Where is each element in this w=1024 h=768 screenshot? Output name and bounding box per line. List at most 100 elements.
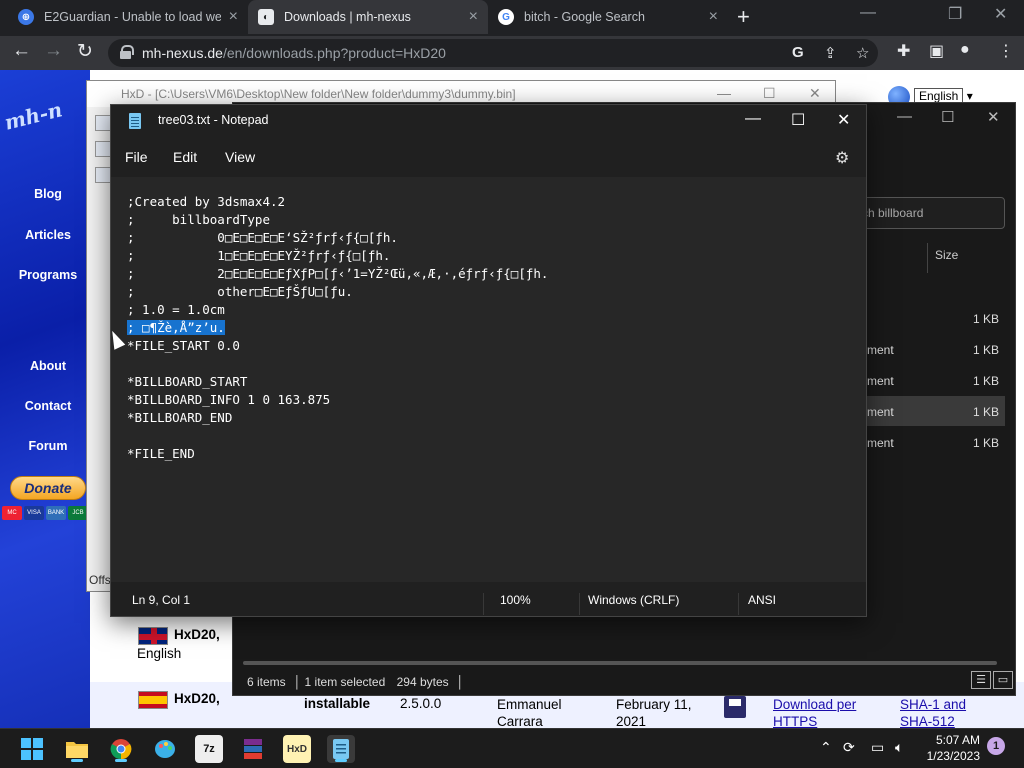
nav-programs[interactable]: Programs [8,268,88,282]
lock-icon[interactable] [120,45,134,59]
hxd-file-icon[interactable] [95,115,111,131]
side-panel-icon[interactable]: ▣ [929,41,944,61]
text-line: ; 0□E□E□E□E‘SŽ²ƒrƒ‹ƒ{□[ƒh. [127,230,398,245]
address-bar[interactable]: mh-nexus.de/en/downloads.php?product=HxD… [108,39,878,67]
notification-badge[interactable]: 1 [987,737,1005,755]
close-tab-icon[interactable]: × [709,8,718,26]
selection-count: 1 item selected [304,675,386,689]
text-line: *FILE_START 0.0 [127,338,240,353]
paint-icon[interactable] [151,735,179,763]
winrar-icon[interactable] [239,735,267,763]
tab-google-search[interactable]: G bitch - Google Search × [488,0,728,34]
menu-view[interactable]: View [225,149,255,165]
hxd-icon[interactable]: HxD [283,735,311,763]
product-name: HxD20, [174,691,220,706]
close-icon[interactable]: ✕ [987,108,1000,126]
minimize-icon[interactable]: — [717,85,731,101]
maximize-icon[interactable]: ☐ [791,110,805,130]
close-icon[interactable]: ✕ [809,85,821,102]
mh-nexus-favicon-icon: ◐ [258,9,274,25]
selection-size: 294 bytes [396,675,449,689]
maximize-icon[interactable]: ☐ [763,85,776,102]
details-view-icon[interactable]: ☰ [971,671,991,689]
browser-tab-bar: ⊕ E2Guardian - Unable to load web × ◐ Do… [0,0,1024,36]
share-icon[interactable]: ⇪ [824,44,837,62]
nav-about[interactable]: About [8,359,88,373]
site-sidebar: mh-n Blog Articles Programs About Contac… [0,70,90,728]
text-line: *FILE_END [127,446,195,461]
text-line-selected: ; □¶Žè,Å”z’u. [127,320,225,335]
puzzle-icon[interactable]: ✚ [897,41,910,61]
close-tab-icon[interactable]: × [469,8,478,26]
product-language: English [137,646,182,661]
column-divider[interactable] [927,243,928,273]
forward-arrow-icon[interactable]: → [44,40,63,62]
text-line: *BILLBOARD_INFO 1 0 163.875 [127,392,331,407]
minimize-icon[interactable]: — [745,110,761,128]
text-line [127,427,866,445]
download-link[interactable]: Download per HTTPS [773,696,873,728]
text-line: ; 2□E□E□E□EƒXƒP□[ƒ‹’1=YŽ²Œü,«,Æ,·,éƒrƒ‹ƒ… [127,266,549,281]
horizontal-scrollbar[interactable] [243,661,997,665]
sync-icon[interactable]: ⟳ [843,739,855,756]
system-clock[interactable]: 5:07 AM 1/23/2023 [922,732,980,764]
tab-e2guardian[interactable]: ⊕ E2Guardian - Unable to load web × [8,0,248,34]
item-count: 6 items [247,675,286,689]
google-lens-icon[interactable]: G [792,44,804,61]
gear-icon[interactable]: ⚙ [835,148,849,168]
nav-blog[interactable]: Blog [8,187,88,201]
bookmark-star-icon[interactable]: ☆ [856,44,869,62]
tiles-view-icon[interactable]: ▭ [993,671,1013,689]
menu-file[interactable]: File [125,149,148,165]
display-icon[interactable]: ▭ [871,739,884,756]
new-tab-button[interactable]: + [737,4,750,30]
minimize-icon[interactable]: — [897,108,912,125]
clock-time: 5:07 AM [935,733,980,747]
kebab-menu-icon[interactable]: ⋮ [998,41,1014,61]
hash-link[interactable]: SHA-1 and SHA-512 [900,696,980,728]
text-editor-area[interactable]: ;Created by 3dsmax4.2 ; billboardType ; 0□… [111,177,866,584]
notepad-title-bar[interactable]: tree03.txt - Notepad — ☐ ✕ [111,105,866,137]
notepad-taskbar-icon[interactable] [327,735,355,763]
file-explorer-icon[interactable] [63,735,91,763]
back-arrow-icon[interactable]: ← [12,40,31,62]
tab-downloads-mh-nexus[interactable]: ◐ Downloads | mh-nexus × [248,0,488,34]
bank-transfer-icon: BANK [46,506,66,520]
package-type: installable [304,696,371,711]
chrome-icon[interactable] [107,735,135,763]
close-icon[interactable]: ✕ [837,110,850,130]
hxd-file-icon[interactable] [95,167,111,183]
search-input[interactable]: ch billboard [853,197,1005,229]
notepad-status-bar: Ln 9, Col 1 100% Windows (CRLF) ANSI [111,582,866,616]
7zip-icon[interactable]: 7z [195,735,223,763]
windows-start-icon[interactable] [18,735,46,763]
globe-icon: ⊕ [18,9,34,25]
jcb-icon: JCB [68,506,88,520]
restore-icon[interactable]: ❐ [948,4,962,24]
nav-contact[interactable]: Contact [8,399,88,413]
donate-button[interactable]: Donate [10,476,86,500]
clock-date: 1/23/2023 [926,749,980,763]
minimize-icon[interactable]: — [860,4,876,22]
reload-icon[interactable]: ↻ [77,40,93,63]
running-indicator [71,759,83,762]
menu-edit[interactable]: Edit [173,149,197,165]
nav-articles[interactable]: Articles [8,228,88,242]
uk-flag-icon [138,627,168,645]
chevron-up-icon[interactable]: ⌃ [820,739,832,756]
profile-icon[interactable]: ● [960,41,970,59]
nav-forum[interactable]: Forum [8,439,88,453]
hxd-doc-icon[interactable] [95,141,111,157]
version: 2.5.0.0 [400,696,442,711]
volume-icon[interactable]: 🔈︎ [895,739,903,756]
site-logo[interactable]: mh-n [2,97,65,134]
product-name: HxD20, [174,627,220,642]
text-line: ; billboardType [127,212,270,227]
maximize-icon[interactable]: ☐ [941,108,954,126]
url-text[interactable]: mh-nexus.de/en/downloads.php?product=HxD… [142,45,446,61]
column-header-size[interactable]: Size [935,248,958,262]
close-icon[interactable]: ✕ [994,4,1007,24]
window-title: tree03.txt - Notepad [158,113,269,127]
line-ending: Windows (CRLF) [588,593,680,607]
close-tab-icon[interactable]: × [229,8,238,26]
